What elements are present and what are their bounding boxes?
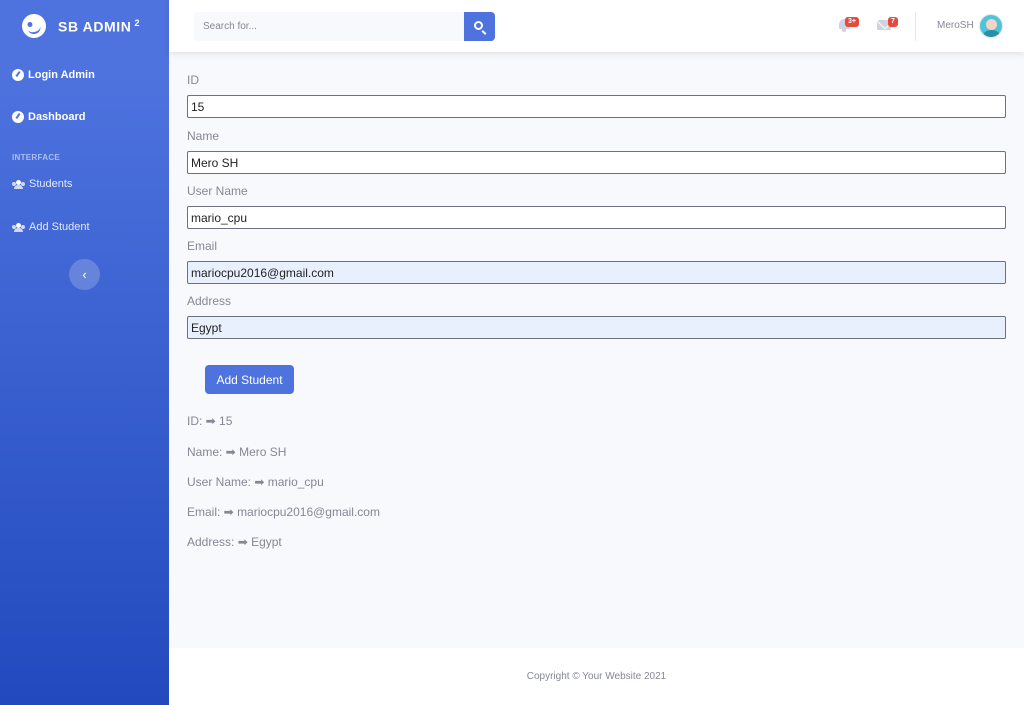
messages-badge: 7 [888,17,898,27]
sidebar-heading: INTERFACE [12,153,61,162]
alerts-badge: 3+ [845,17,859,27]
topbar-divider [915,12,916,41]
sidebar-item-login-admin[interactable]: Login Admin [12,69,95,81]
echo-username: User Name: ➡ mario_cpu [187,475,324,489]
id-label: ID [187,73,199,87]
email-field[interactable] [187,261,1006,284]
search-input[interactable] [194,12,465,41]
sidebar-brand[interactable]: SB ADMIN 2 [0,0,169,52]
brand-name: SB ADMIN 2 [58,17,141,35]
sidebar-toggle-button[interactable]: ‹ [69,259,100,290]
chevron-left-icon: ‹ [82,267,87,282]
sidebar-item-label: Students [29,178,73,190]
topbar: 3+ 7 MeroSH [169,0,1024,52]
laugh-wink-icon [19,11,49,41]
username-field[interactable] [187,206,1006,229]
search-button[interactable] [464,12,495,41]
address-field[interactable] [187,316,1006,339]
avatar[interactable] [979,14,1003,38]
search-icon [474,21,484,30]
footer: Copyright © Your Website 2021 [169,648,1024,705]
sidebar-item-label: Dashboard [28,111,86,123]
search-form [194,12,495,41]
name-field[interactable] [187,151,1006,174]
echo-email: Email: ➡ mariocpu2016@gmail.com [187,505,380,519]
sidebar-item-add-student[interactable]: Add Student [12,221,90,233]
sidebar: SB ADMIN 2 Login Admin Dashboard INTERFAC… [0,0,169,705]
address-label: Address [187,294,232,308]
user-name[interactable]: MeroSH [937,20,974,31]
users-icon [12,179,25,189]
tachometer-icon [12,69,24,81]
copyright-text: Copyright © Your Website 2021 [526,671,667,682]
add-student-button[interactable]: Add Student [205,365,294,394]
tachometer-icon [12,111,24,123]
users-icon [12,222,25,232]
email-label: Email [187,239,218,253]
echo-address: Address: ➡ Egypt [187,535,282,549]
sidebar-item-students[interactable]: Students [12,178,72,190]
username-label: User Name [187,184,248,198]
sidebar-item-dashboard[interactable]: Dashboard [12,111,85,123]
echo-id: ID: ➡ 15 [187,414,233,428]
id-field[interactable] [187,95,1006,118]
name-label: Name [187,129,220,143]
echo-name: Name: ➡ Mero SH [187,445,287,459]
sidebar-item-label: Add Student [29,221,90,233]
sidebar-item-label: Login Admin [28,69,95,81]
